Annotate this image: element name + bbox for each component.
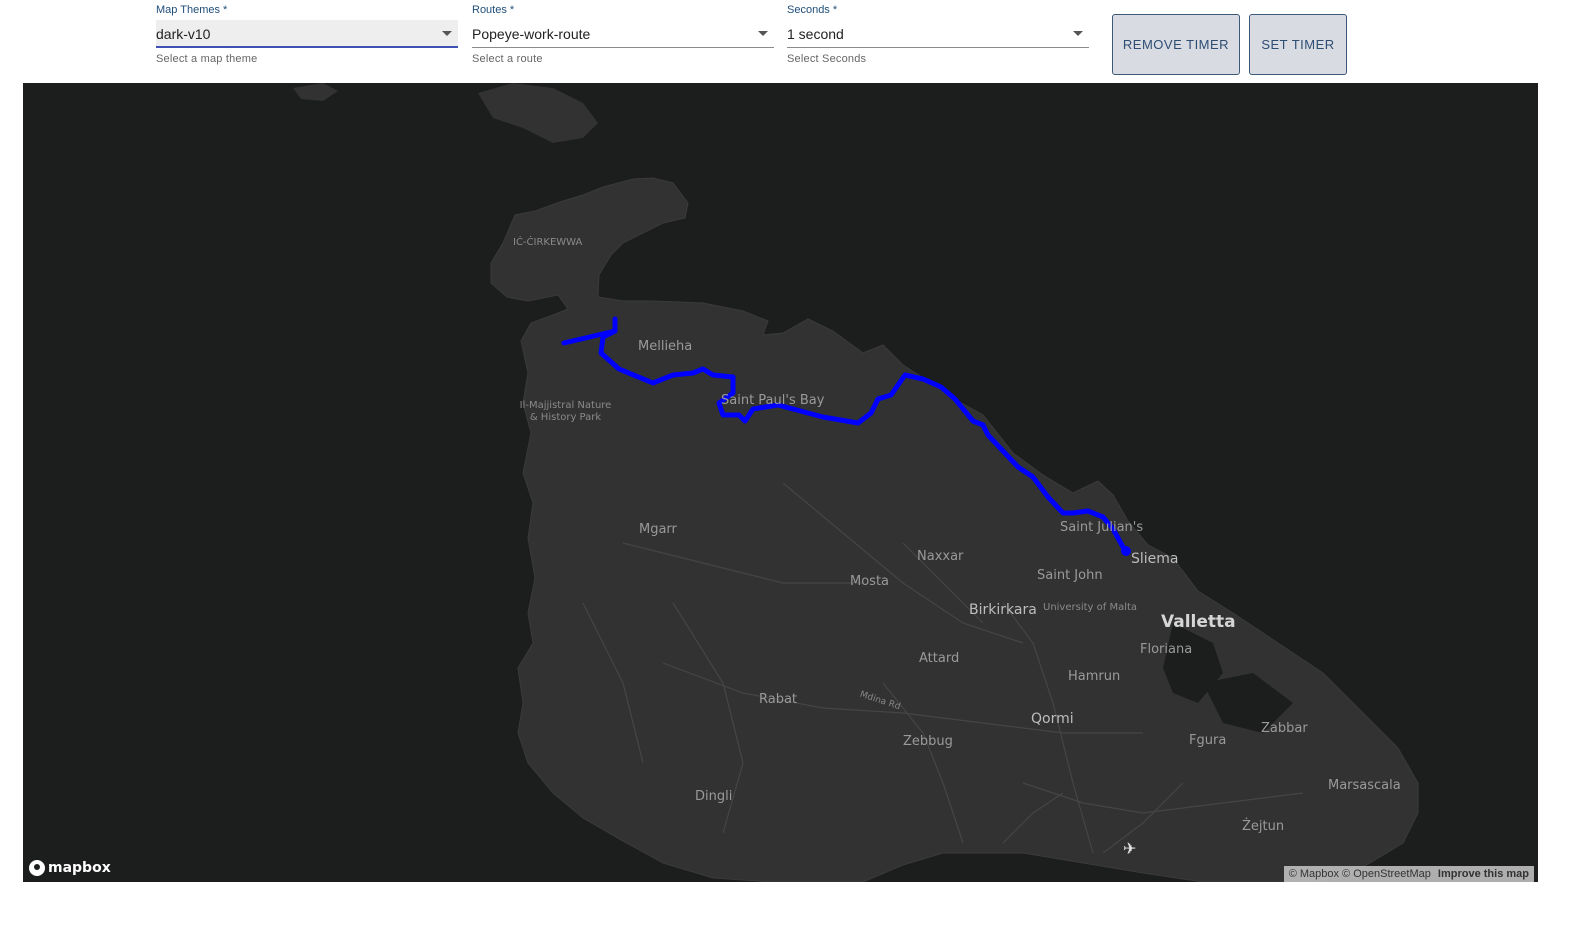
seconds-help: Select Seconds [787,53,867,65]
map-theme-help: Select a map theme [156,53,258,65]
map-theme-value: dark-v10 [156,26,211,42]
place-zejtun: Żejtun [1242,819,1285,834]
place-hamrun: Hamrun [1068,669,1121,684]
airport-icon: ✈ [1123,839,1136,858]
mapbox-logo[interactable]: mapbox [29,860,111,876]
malta-landmass [490,177,1419,882]
route-input[interactable]: Popeye-work-route [472,20,774,48]
place-cirkewwa: IĊ-ĊIRKEWWA [513,237,583,248]
place-fgura: Fgura [1189,733,1227,748]
place-naxxar: Naxxar [917,549,964,564]
improve-map-link[interactable]: Improve this map [1438,868,1529,880]
seconds-input[interactable]: 1 second [787,20,1089,48]
islet [293,83,338,101]
place-zebbug: Zebbug [903,734,953,749]
place-valletta: Valletta [1161,612,1236,632]
map-theme-input[interactable]: dark-v10 [156,20,458,48]
set-timer-button[interactable]: SET TIMER [1249,14,1347,75]
attribution-text[interactable]: © Mapbox © OpenStreetMap [1289,868,1431,880]
remove-timer-button[interactable]: REMOVE TIMER [1112,14,1240,75]
place-rabat: Rabat [759,692,798,707]
mapbox-icon [29,860,45,876]
chevron-down-icon[interactable] [1073,31,1083,36]
chevron-down-icon[interactable] [442,31,452,36]
map-canvas[interactable]: ✈ IĊ-ĊIRKEWWA Mellieha Il-Majjistral Nat… [23,83,1538,882]
route-value: Popeye-work-route [472,26,591,42]
place-saint-john: Saint John [1037,568,1103,583]
place-saint-pauls-bay: Saint Paul's Bay [721,393,825,408]
map-layer: ✈ [293,83,1419,882]
place-mgarr: Mgarr [639,522,677,537]
place-attard: Attard [919,651,960,666]
place-qormi: Qormi [1031,711,1074,727]
place-majjistral: Il-Majjistral Nature & History Park [519,400,612,423]
place-university: University of Malta [1043,602,1138,613]
place-saint-julians: Saint Julian's [1060,520,1144,535]
place-mellieha: Mellieha [638,339,693,354]
place-marsascala: Marsascala [1328,778,1401,793]
place-zabbar: Zabbar [1261,721,1308,736]
route-label: Routes * [472,4,515,16]
seconds-value: 1 second [787,26,844,42]
place-mosta: Mosta [850,574,890,589]
place-floriana: Floriana [1140,642,1193,657]
seconds-label: Seconds * [787,4,838,16]
map-attribution: © Mapbox © OpenStreetMap Improve this ma… [1283,866,1534,882]
chevron-down-icon[interactable] [758,31,768,36]
route-end-marker [1121,546,1131,556]
place-dingli: Dingli [695,789,733,804]
place-birkirkara: Birkirkara [969,602,1037,618]
mapbox-logo-text: mapbox [48,860,111,876]
place-sliema: Sliema [1131,551,1179,567]
gozo-landmass [478,83,598,143]
map-theme-label: Map Themes * [156,4,228,16]
route-help: Select a route [472,53,543,65]
